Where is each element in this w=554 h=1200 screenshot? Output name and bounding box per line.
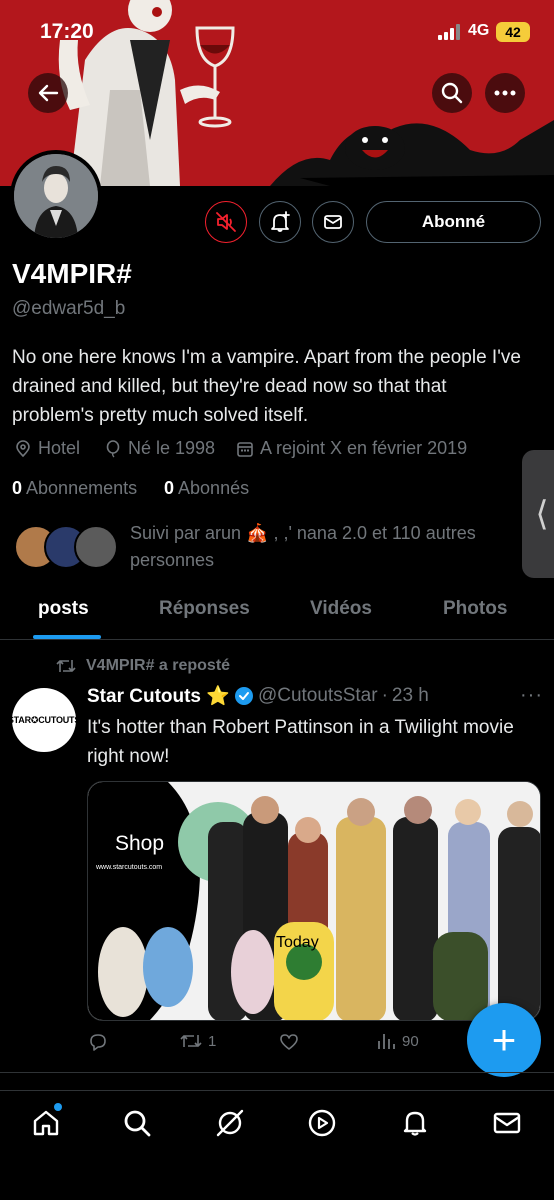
following-count-link[interactable]: 0 Abonnements (12, 478, 137, 499)
analytics-icon (378, 1034, 395, 1049)
mail-icon (324, 215, 342, 229)
repost-indicator[interactable]: V4MPIR# a reposté (56, 657, 230, 675)
calendar-icon (237, 441, 253, 457)
compose-post-button[interactable]: + (467, 1003, 541, 1077)
joined-label: A rejoint X en février 2019 (260, 438, 468, 458)
post-time: 23 h (391, 685, 429, 706)
bell-icon (403, 1111, 427, 1136)
tab-replies[interactable]: Réponses (159, 598, 250, 620)
profile-tabs: posts Réponses Vidéos Photos (0, 590, 554, 640)
like-button[interactable] (279, 1032, 299, 1052)
status-bar: 17:20 4G 42 (0, 0, 554, 64)
followers-count: 0 (164, 478, 175, 498)
message-button[interactable] (312, 201, 354, 243)
feed-divider (0, 1072, 554, 1073)
back-button[interactable] (28, 73, 68, 113)
location-pin-icon (16, 439, 30, 457)
bottom-navigation (0, 1090, 554, 1200)
grok-icon (216, 1109, 244, 1137)
post-author-handle[interactable]: @CutoutsStar (258, 685, 378, 707)
post-header: Star Cutouts ⭐ @CutoutsStar · 23 h (87, 684, 429, 708)
followed-by-text[interactable]: Suivi par arun 🎪 , ,' nana 2.0 et 110 au… (130, 520, 520, 574)
reply-icon (90, 1034, 106, 1051)
profile-birthdate: Né le 1998 (104, 438, 215, 459)
mute-button[interactable] (205, 201, 247, 243)
active-tab-indicator (33, 635, 101, 639)
search-button[interactable] (432, 73, 472, 113)
more-options-button[interactable] (485, 73, 525, 113)
profile-name: V4MPIR# (12, 258, 132, 289)
nav-search[interactable] (119, 1105, 155, 1141)
heart-icon (280, 1034, 298, 1050)
nav-messages[interactable] (489, 1105, 525, 1141)
cutouts-collage (88, 782, 540, 1020)
nav-grok[interactable] (212, 1105, 248, 1141)
nav-notifications[interactable] (397, 1105, 433, 1141)
repost-button[interactable]: 1 (180, 1032, 216, 1050)
following-count: 0 (12, 478, 23, 498)
following-label: Abonnements (26, 478, 138, 498)
repost-label: V4MPIR# a reposté (86, 657, 231, 674)
balloon-icon (106, 439, 120, 457)
battery-indicator: 42 (496, 22, 530, 42)
views-count: 90 (402, 1032, 419, 1050)
profile-avatar[interactable] (10, 150, 102, 242)
mute-icon (216, 212, 236, 232)
tab-photos[interactable]: Photos (443, 598, 507, 620)
shop-label: Shop (115, 832, 165, 855)
play-icon (308, 1109, 336, 1137)
nav-video[interactable] (304, 1105, 340, 1141)
repost-icon (56, 660, 76, 672)
verified-badge-icon (234, 687, 253, 705)
url-label: www.starcutouts.com (96, 864, 163, 871)
more-icon (494, 90, 516, 96)
avatar-image (14, 154, 98, 238)
repost-icon (180, 1035, 202, 1047)
search-icon (124, 1110, 151, 1137)
post-image[interactable]: Shop www.starcutouts.com Today (87, 781, 541, 1021)
followers-label: Abonnés (178, 478, 250, 498)
mail-icon (493, 1112, 521, 1134)
post-text: It's hotter than Robert Pattinson in a T… (87, 717, 514, 767)
reply-button[interactable] (88, 1032, 108, 1052)
repost-count: 1 (208, 1032, 217, 1050)
status-time: 17:20 (40, 20, 94, 43)
birthdate-label: Né le 1998 (128, 438, 216, 458)
network-label: 4G (468, 22, 490, 39)
views-button[interactable]: 90 (376, 1032, 419, 1050)
location-label: Hotel (38, 438, 81, 458)
profile-bio: No one here knows I'm a vampire. Apart f… (12, 347, 521, 426)
profile-handle: @edwar5d_b (12, 298, 126, 319)
back-arrow-icon (38, 84, 59, 102)
search-icon (441, 82, 463, 104)
today-label: Today (276, 934, 319, 951)
follower-avatar (74, 525, 118, 569)
following-button[interactable]: Abonné (366, 201, 541, 243)
post-author-name[interactable]: Star Cutouts ⭐ (87, 684, 230, 708)
side-panel-handle[interactable]: ⟨ (522, 450, 554, 578)
home-notification-dot (54, 1103, 62, 1111)
post-separator: · (381, 685, 388, 706)
post-author-avatar[interactable]: STAR✪CUTOUTS (8, 688, 80, 752)
notify-button[interactable] (259, 201, 301, 243)
tab-posts[interactable]: posts (38, 598, 89, 620)
post-more-button[interactable]: ··· (520, 684, 543, 707)
followers-count-link[interactable]: 0 Abonnés (164, 478, 249, 499)
home-icon (33, 1110, 59, 1136)
tab-videos[interactable]: Vidéos (310, 598, 372, 620)
profile-joined: A rejoint X en février 2019 (236, 438, 467, 459)
bell-plus-icon (271, 211, 290, 232)
signal-icon (438, 24, 460, 40)
profile-location: Hotel (14, 438, 80, 459)
